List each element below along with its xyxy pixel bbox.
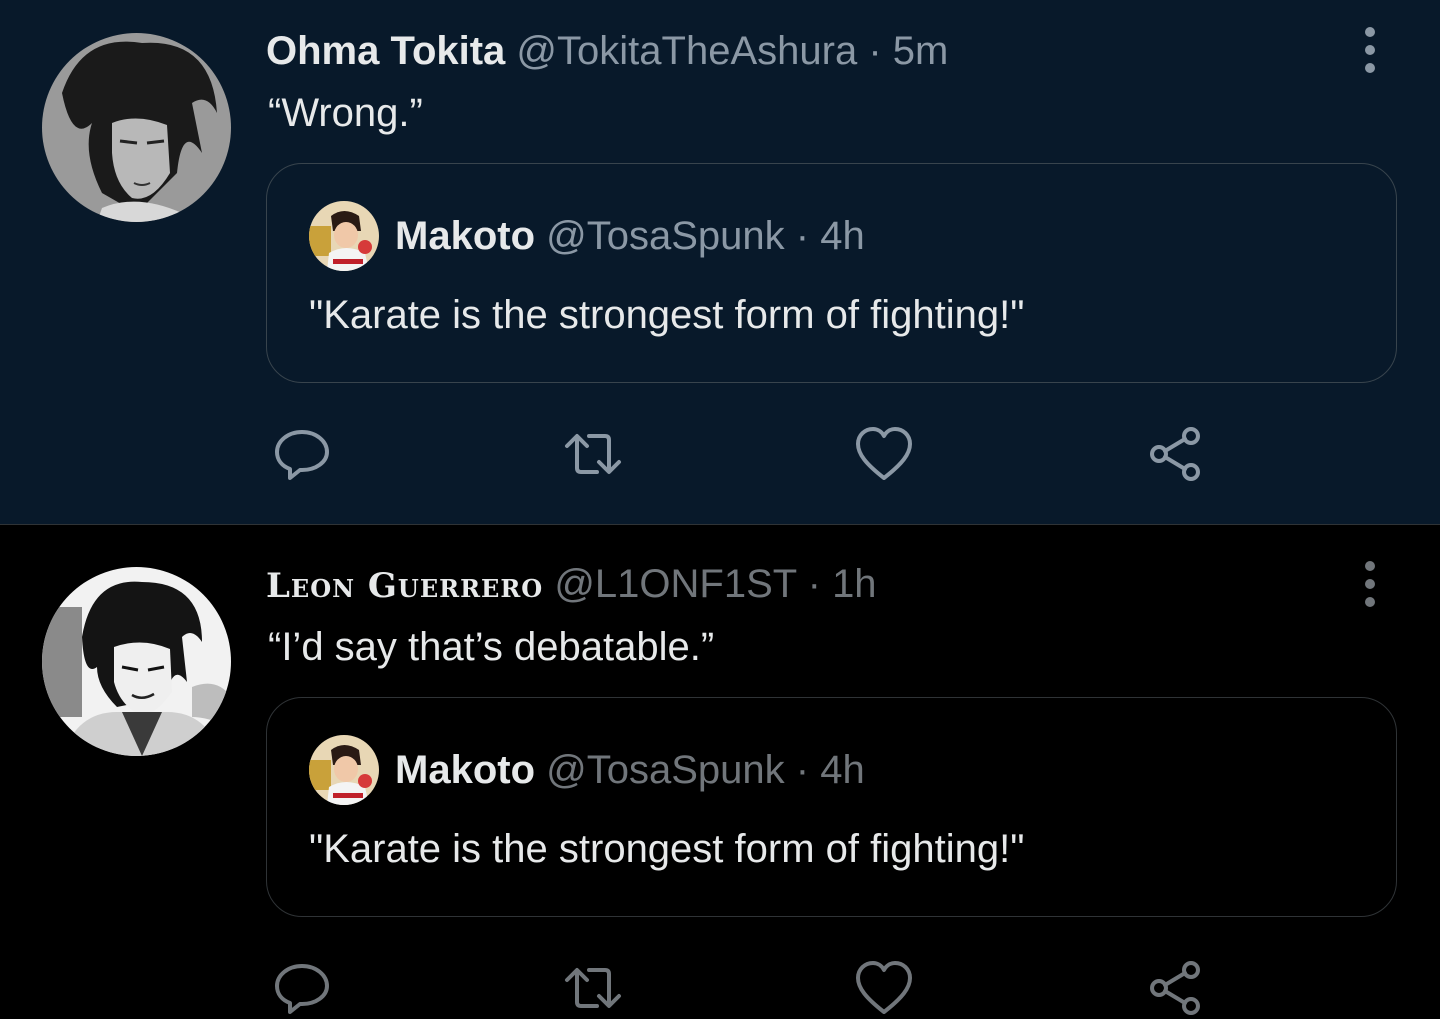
- quote-timestamp[interactable]: 4h: [820, 214, 865, 258]
- quote-text: "Karate is the strongest form of fightin…: [309, 827, 1025, 871]
- heart-icon[interactable]: [854, 424, 914, 484]
- reply-icon[interactable]: [272, 424, 332, 484]
- separator: ·: [868, 29, 882, 73]
- separator: ·: [795, 748, 810, 792]
- retweet-icon[interactable]: [563, 424, 623, 484]
- display-name[interactable]: Leon Guerrero: [266, 566, 543, 606]
- share-icon[interactable]: [1145, 424, 1205, 484]
- user-handle[interactable]: @TokitaTheAshura: [516, 29, 857, 73]
- quote-user-handle[interactable]: @TosaSpunk: [546, 748, 785, 792]
- quote-avatar[interactable]: [309, 735, 379, 805]
- reply-icon[interactable]: [272, 958, 332, 1018]
- quoted-tweet[interactable]: Makoto @TosaSpunk · 4h "Karate is the st…: [266, 163, 1397, 383]
- tweet-text: “I’d say that’s debatable.”: [268, 625, 715, 669]
- avatar[interactable]: [42, 567, 231, 756]
- retweet-icon[interactable]: [563, 958, 623, 1018]
- tweet-text: “Wrong.”: [268, 91, 423, 135]
- separator: ·: [807, 562, 821, 606]
- quote-text: "Karate is the strongest form of fightin…: [309, 293, 1025, 337]
- timestamp[interactable]: 5m: [893, 29, 949, 73]
- share-icon[interactable]: [1145, 958, 1205, 1018]
- quote-header: Makoto @TosaSpunk · 4h: [395, 746, 865, 794]
- tweet[interactable]: Ohma Tokita @TokitaTheAshura · 5m “Wrong…: [0, 0, 1440, 524]
- quoted-tweet[interactable]: Makoto @TosaSpunk · 4h "Karate is the st…: [266, 697, 1397, 917]
- quote-header: Makoto @TosaSpunk · 4h: [395, 212, 865, 260]
- tweet-header: Ohma Tokita @TokitaTheAshura · 5m: [266, 27, 948, 75]
- heart-icon[interactable]: [854, 958, 914, 1018]
- quote-user-handle[interactable]: @TosaSpunk: [546, 214, 785, 258]
- quote-display-name[interactable]: Makoto: [395, 214, 535, 258]
- display-name[interactable]: Ohma Tokita: [266, 29, 505, 73]
- tweet-header: Leon Guerrero @L1ONF1ST · 1h: [266, 560, 877, 610]
- user-handle[interactable]: @L1ONF1ST: [554, 562, 796, 606]
- quote-timestamp[interactable]: 4h: [820, 748, 865, 792]
- more-vertical-icon[interactable]: [1350, 556, 1390, 612]
- quote-display-name[interactable]: Makoto: [395, 748, 535, 792]
- tweet[interactable]: Leon Guerrero @L1ONF1ST · 1h “I’d say th…: [0, 525, 1440, 1019]
- timestamp[interactable]: 1h: [832, 562, 877, 606]
- more-vertical-icon[interactable]: [1350, 22, 1390, 78]
- quote-avatar[interactable]: [309, 201, 379, 271]
- avatar[interactable]: [42, 33, 231, 222]
- separator: ·: [795, 214, 810, 258]
